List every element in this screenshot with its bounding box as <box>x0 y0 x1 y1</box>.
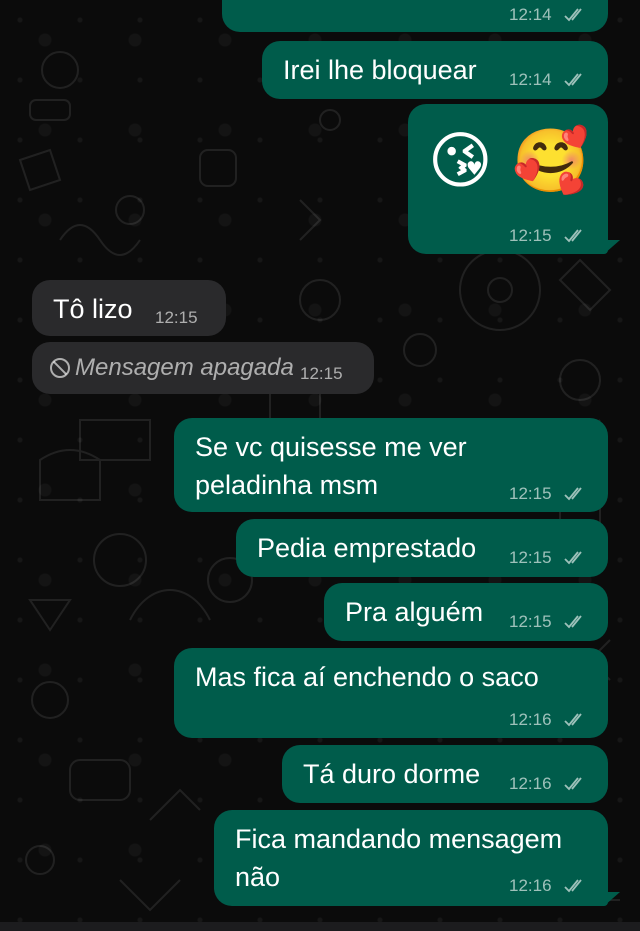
message-text-line-1: Fica mandando mensagem <box>235 824 563 854</box>
message-bubble-outgoing[interactable]: Pedia emprestado 12:15 <box>236 519 608 577</box>
message-bubble-deleted[interactable]: Mensagem apagada 12:15 <box>32 342 374 394</box>
kiss-emoji: 😘 <box>428 127 493 196</box>
message-text-line-2: não <box>235 862 281 892</box>
message-bubble-outgoing[interactable]: Mas fica aí enchendo o saco 12:16 <box>174 648 608 738</box>
message-time: 12:15 <box>509 612 552 631</box>
message-time: 12:15 <box>155 308 198 327</box>
double-check-icon <box>564 487 582 501</box>
double-check-icon <box>564 551 582 565</box>
message-time: 12:15 <box>509 484 552 503</box>
love-emoji: 🥰 <box>512 127 590 196</box>
message-time: 12:15 <box>509 226 552 245</box>
bubble-tail <box>604 240 620 254</box>
double-check-icon <box>564 229 582 243</box>
message-time: 12:14 <box>509 70 552 89</box>
double-check-icon <box>564 777 582 791</box>
double-check-icon <box>564 73 582 87</box>
message-text: Tá duro dorme <box>303 759 481 789</box>
message-text: Mas fica aí enchendo o saco <box>195 662 539 692</box>
message-bubble-outgoing-emoji[interactable]: 😘 🥰 12:15 <box>408 104 608 254</box>
message-bubble-incoming[interactable]: Tô lizo 12:15 <box>32 280 226 336</box>
message-time: 12:14 <box>509 5 552 24</box>
deleted-message-text: Mensagem apagada <box>75 354 294 381</box>
message-time: 12:15 <box>300 364 343 383</box>
message-bubble-outgoing[interactable]: Fica mandando mensagem não 12:16 <box>214 810 608 906</box>
message-time: 12:16 <box>509 710 552 729</box>
prohibited-icon <box>50 358 70 378</box>
bubble-tail <box>604 892 620 906</box>
message-bubble-outgoing[interactable]: Irei lhe bloquear 12:14 <box>262 41 608 99</box>
double-check-icon <box>564 615 582 629</box>
double-check-icon <box>564 879 582 893</box>
message-text: Pedia emprestado <box>257 533 477 563</box>
message-time: 12:16 <box>509 876 552 895</box>
message-bubble-outgoing[interactable]: Pra alguém 12:15 <box>324 583 608 641</box>
message-bubble-outgoing[interactable]: 12:14 <box>222 0 608 32</box>
message-bubble-outgoing[interactable]: Tá duro dorme 12:16 <box>282 745 608 803</box>
message-time: 12:15 <box>509 548 552 567</box>
message-time: 12:16 <box>509 774 552 793</box>
message-text-line-2: peladinha msm <box>195 470 379 500</box>
message-bubble-outgoing[interactable]: Se vc quisesse me ver peladinha msm 12:1… <box>174 418 608 512</box>
message-text: Irei lhe bloquear <box>283 55 477 85</box>
message-text-line-1: Se vc quisesse me ver <box>195 432 467 462</box>
message-text: Tô lizo <box>53 294 133 324</box>
message-text: Pra alguém <box>345 597 484 627</box>
bottom-bar <box>0 922 640 931</box>
double-check-icon <box>564 8 582 22</box>
double-check-icon <box>564 713 582 727</box>
